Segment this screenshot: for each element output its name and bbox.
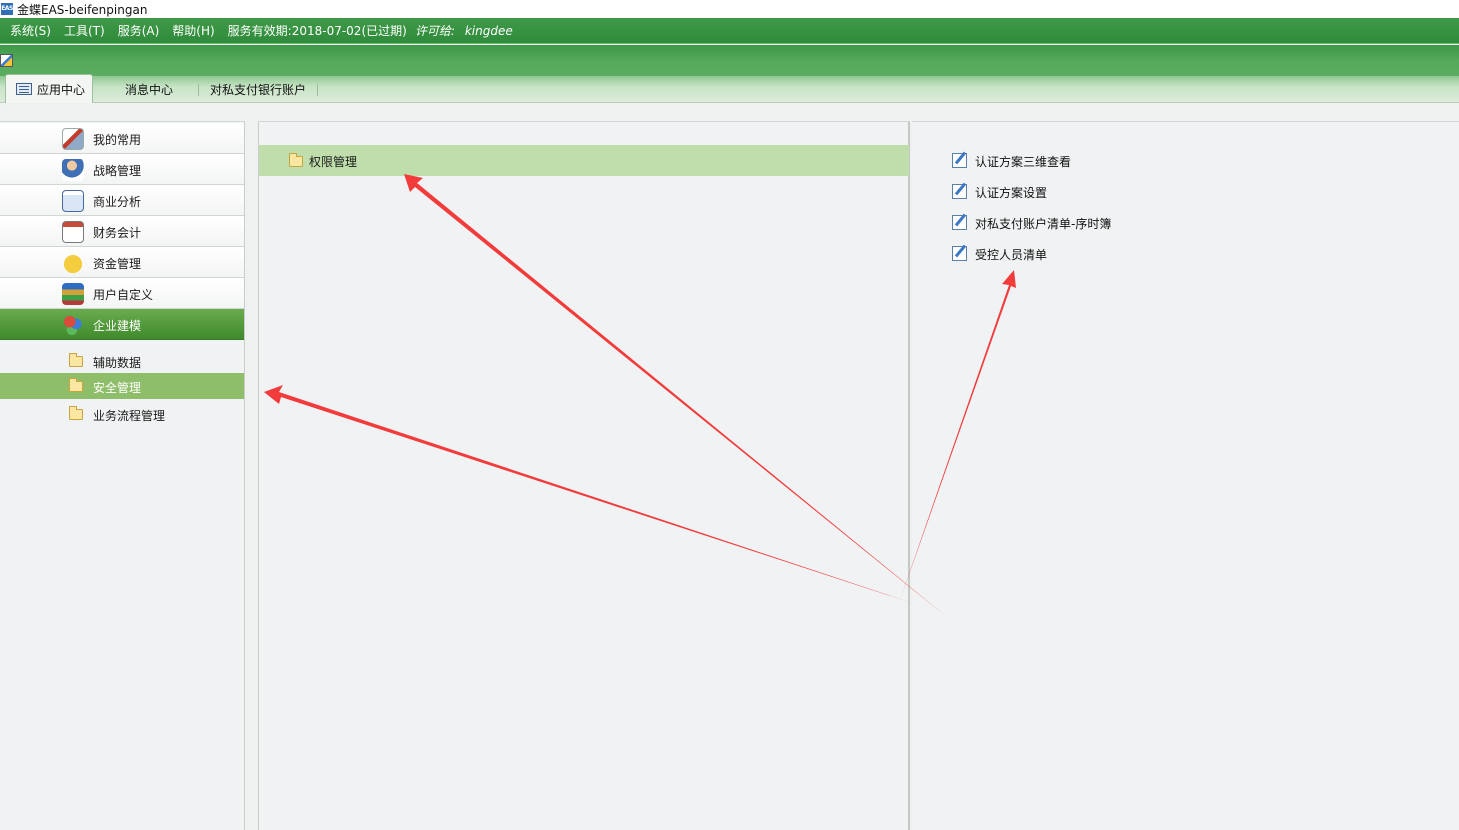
menu-tools[interactable]: 工具(T) xyxy=(64,22,105,39)
tab-private-payment-bank-account[interactable]: 对私支付银行账户 xyxy=(210,76,306,103)
folder-icon xyxy=(289,153,303,167)
edit-document-icon xyxy=(952,184,967,199)
menu-bar: 系统(S) 工具(T) 服务(A) 帮助(H) 服务有效期:2018-07-02… xyxy=(0,18,1459,44)
sidebar-item-favorites[interactable]: 我的常用 xyxy=(0,123,244,154)
favorites-icon xyxy=(62,128,84,150)
toolbar-edit-icon[interactable] xyxy=(0,54,13,67)
toolbar-strip xyxy=(0,45,1459,76)
modeling-icon xyxy=(62,314,84,336)
sidebar-item-label: 资金管理 xyxy=(93,257,142,271)
sidebar-item-label: 商业分析 xyxy=(93,195,142,209)
strategy-icon xyxy=(62,159,84,181)
tab-separator xyxy=(317,84,318,96)
business-analysis-icon xyxy=(62,190,84,212)
subitem-label: 安全管理 xyxy=(93,381,142,395)
folder-permission-management[interactable]: 权限管理 xyxy=(259,145,909,176)
tab-separator xyxy=(198,84,199,96)
function-label: 认证方案三维查看 xyxy=(975,155,1072,169)
folder-icon xyxy=(69,406,83,420)
sidebar-item-label: 财务会计 xyxy=(93,226,142,240)
title-bar: EAS 金蝶EAS-beifenpingan xyxy=(0,0,1459,18)
subitem-business-process[interactable]: 业务流程管理 xyxy=(0,401,244,427)
menu-system[interactable]: 系统(S) xyxy=(10,22,51,39)
license-value: kingdee xyxy=(464,23,513,38)
edit-document-icon xyxy=(952,246,967,261)
subitem-security-management[interactable]: 安全管理 xyxy=(0,373,244,399)
edit-document-icon xyxy=(952,215,967,230)
fund-icon xyxy=(62,252,84,274)
license-label: 许可给: xyxy=(414,24,455,38)
function-label: 认证方案设置 xyxy=(975,186,1048,200)
function-label: 对私支付账户清单-序时簿 xyxy=(975,217,1112,231)
sidebar-item-label: 战略管理 xyxy=(93,164,142,178)
sidebar-item-label: 我的常用 xyxy=(93,133,142,147)
subitem-auxiliary-data[interactable]: 辅助数据 xyxy=(0,348,244,374)
function-label: 受控人员清单 xyxy=(975,248,1048,262)
tab-strip: 应用中心 消息中心 对私支付银行账户 xyxy=(0,74,1459,103)
folder-icon xyxy=(69,378,83,392)
eas-logo-icon: EAS xyxy=(1,3,13,15)
tab-label: 对私支付银行账户 xyxy=(210,83,307,97)
tab-message-center[interactable]: 消息中心 xyxy=(125,76,173,103)
menu-help[interactable]: 帮助(H) xyxy=(172,22,214,39)
edit-document-icon xyxy=(952,153,967,168)
sidebar-item-modeling[interactable]: 企业建模 xyxy=(0,309,244,340)
sidebar-item-fund[interactable]: 资金管理 xyxy=(0,247,244,278)
tab-label: 应用中心 xyxy=(37,82,86,97)
left-nav-panel: 我的常用 战略管理 商业分析 财务会计 资金管理 用户自定义 企业建模 辅助数据… xyxy=(0,121,245,830)
tab-app-center[interactable]: 应用中心 xyxy=(5,74,93,103)
app-center-icon xyxy=(16,83,32,95)
sidebar-item-custom[interactable]: 用户自定义 xyxy=(0,278,244,309)
subitem-label: 业务流程管理 xyxy=(93,409,166,423)
sidebar-item-finance[interactable]: 财务会计 xyxy=(0,216,244,247)
function-panel: 认证方案三维查看 认证方案设置 对私支付账户清单-序时簿 受控人员清单 xyxy=(912,121,1459,830)
finance-icon xyxy=(62,221,84,243)
sidebar-item-label: 用户自定义 xyxy=(93,288,154,302)
service-validity-info: 服务有效期:2018-07-02(已过期) xyxy=(227,24,407,38)
sidebar-item-strategy[interactable]: 战略管理 xyxy=(0,154,244,185)
window-title: 金蝶EAS-beifenpingan xyxy=(17,2,148,17)
menu-service[interactable]: 服务(A) xyxy=(118,22,160,39)
sidebar-item-label: 企业建模 xyxy=(93,319,142,333)
sidebar-item-business-analysis[interactable]: 商业分析 xyxy=(0,185,244,216)
folder-panel: 权限管理 xyxy=(258,121,910,830)
folder-label: 权限管理 xyxy=(309,155,358,169)
eas-application-window: EAS 金蝶EAS-beifenpingan 系统(S) 工具(T) 服务(A)… xyxy=(0,0,1459,830)
folder-icon xyxy=(69,353,83,367)
custom-icon xyxy=(62,283,84,305)
tab-label: 消息中心 xyxy=(125,83,174,97)
subitem-label: 辅助数据 xyxy=(93,356,142,370)
